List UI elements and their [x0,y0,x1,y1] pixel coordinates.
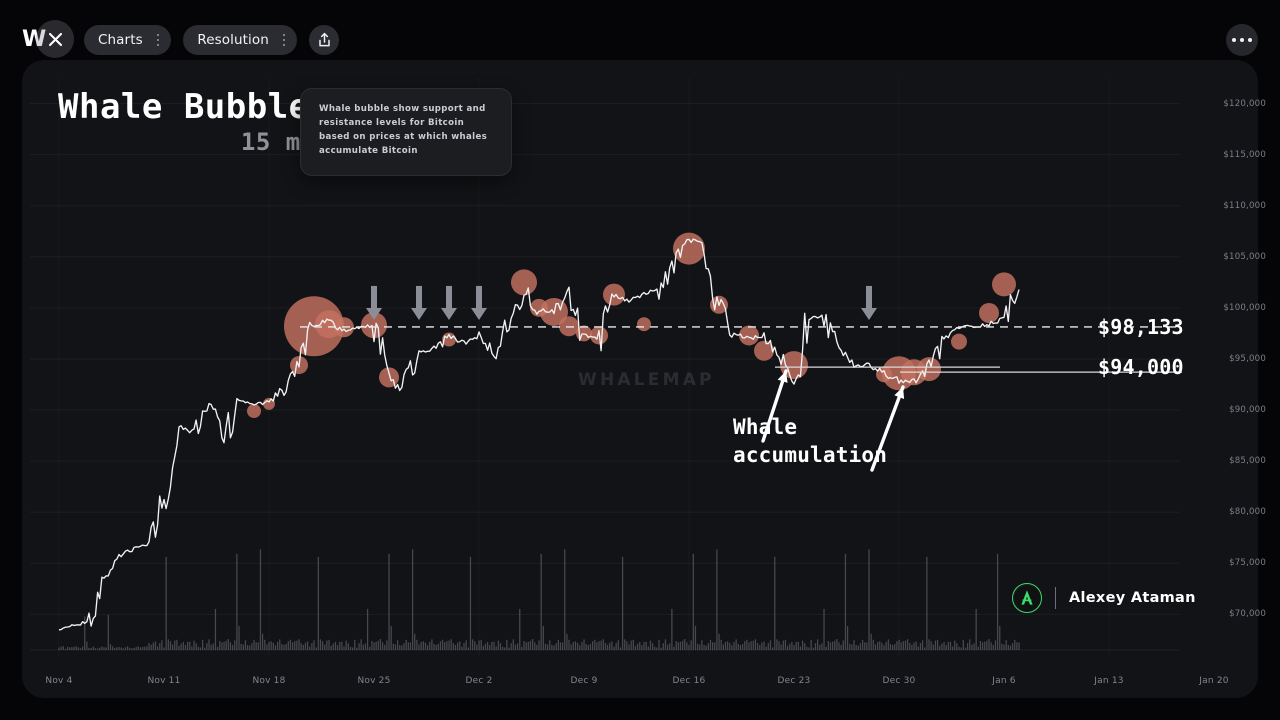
share-button[interactable] [309,25,340,55]
price-tick-label: $100,000 [1223,302,1266,313]
charts-label: Charts [98,32,143,48]
info-tooltip-text: Whale bubble show support and resistance… [319,104,488,156]
toolbar: W Charts Resolution [22,12,1258,68]
charts-dropdown[interactable]: Charts [84,25,172,55]
date-tick-label: Dec 9 [570,676,598,686]
date-tick-label: Jan 13 [1094,676,1124,686]
price-tick-label: $75,000 [1229,558,1266,569]
grid-lines [30,78,1180,656]
date-tick-label: Nov 18 [252,676,286,686]
price-tick-label: $90,000 [1229,405,1266,416]
support-price-label: $94,000 [1098,355,1184,379]
date-tick-label: Dec 30 [882,676,916,686]
avatar-ataman-icon [1014,585,1040,611]
kebab-menu-icon[interactable] [282,33,286,47]
date-tick-label: Nov 11 [147,676,181,686]
author-name: Alexey Ataman [1069,590,1196,606]
close-button[interactable] [36,20,74,58]
credit-divider [1055,587,1056,609]
price-tick-label: $120,000 [1223,98,1266,109]
brand: W [22,20,74,58]
whale-bubble [559,316,579,337]
whale-bubbles-app: W Charts Resolution Whale Bubbles 15 min… [0,0,1280,720]
more-horizontal-icon [1232,37,1237,43]
down-arrow-icon [441,285,457,320]
resolution-label: Resolution [197,32,269,48]
watermark: WHALEMAP [578,370,715,390]
whale-bubble [979,302,999,323]
date-tick-label: Jan 6 [992,676,1016,686]
whale-bubble [511,269,537,296]
date-tick-label: Dec 23 [777,676,811,686]
whale-bubble [992,272,1016,297]
date-tick-label: Dec 16 [672,676,706,686]
date-tick-label: Nov 4 [45,676,73,686]
whale-bubble [673,232,705,265]
price-tick-label: $115,000 [1223,149,1266,160]
date-tick-label: Jan 20 [1199,676,1229,686]
price-tick-label: $105,000 [1223,251,1266,262]
price-axis: $120,000 $115,000 $110,000 $105,000 $100,000… [1208,60,1274,670]
resistance-price-label: $98,133 [1098,315,1184,339]
date-tick-label: Dec 2 [465,676,493,686]
whale-bubble [951,333,967,350]
whale-accumulation-annotation: Whale accumulation [733,414,887,469]
date-axis: Nov 4 Nov 11 Nov 18 Nov 25 Dec 2 Dec 9 Dec 16 D… [22,676,1258,698]
close-icon [48,32,62,46]
author-credit: Alexey Ataman [1012,583,1196,613]
volume-bars [58,549,1020,650]
down-arrow-icon [861,285,877,320]
annotation-line-2: accumulation [733,442,888,467]
whale-bubble [379,367,399,388]
price-tick-label: $80,000 [1229,507,1266,518]
page-title: Whale Bubbles [58,87,331,127]
date-tick-label: Nov 25 [357,676,391,686]
resolution-dropdown[interactable]: Resolution [183,25,298,55]
down-arrow-icon [411,285,427,320]
info-tooltip: Whale bubble show support and resistance… [300,88,512,176]
whale-bubble [247,404,261,419]
price-tick-label: $70,000 [1229,609,1266,620]
share-upload-icon [319,32,330,47]
kebab-menu-icon[interactable] [156,33,160,47]
chart-title-block: Whale Bubbles 15 min [58,87,331,156]
price-tick-label: $95,000 [1229,353,1266,364]
whale-bubble [603,283,625,306]
down-arrow-icon [471,285,487,320]
price-tick-label: $110,000 [1223,200,1266,211]
price-tick-label: $85,000 [1229,456,1266,467]
avatar [1012,583,1042,613]
whale-bubble [637,317,651,332]
more-options-button[interactable] [1226,24,1258,56]
annotation-line-1: Whale [733,415,798,439]
timeframe-label: 15 min [240,127,331,156]
